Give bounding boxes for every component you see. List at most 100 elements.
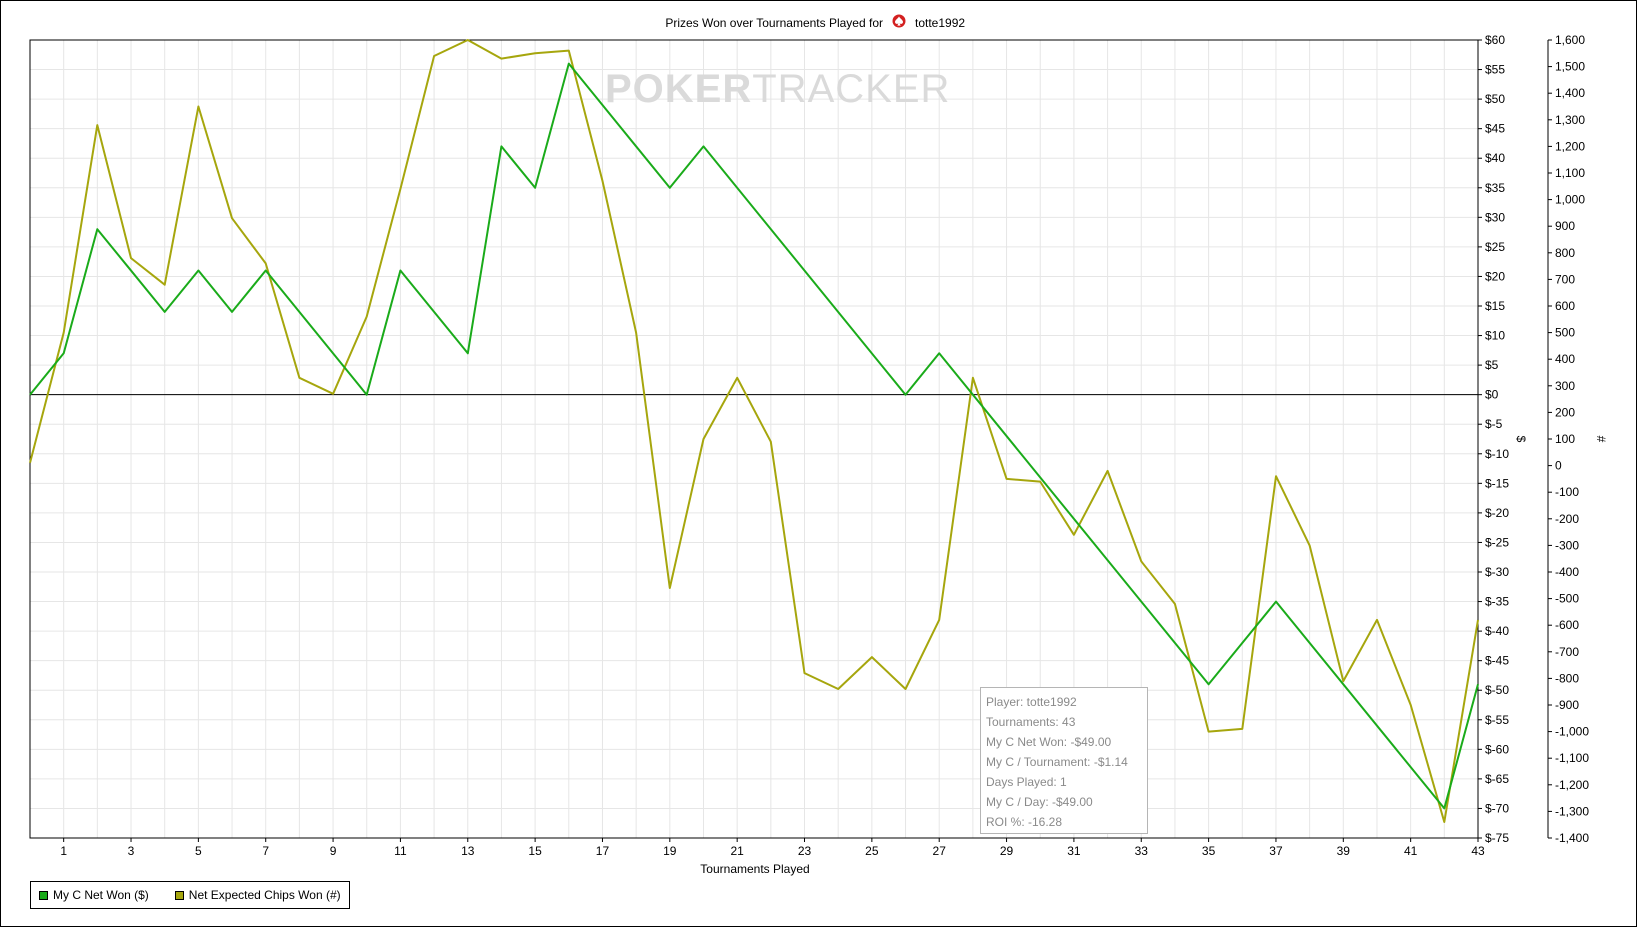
x-tick-label: 31: [1067, 844, 1081, 858]
y1-tick-label: $45: [1485, 122, 1505, 136]
y1-tick-label: $0: [1485, 388, 1499, 402]
x-tick-label: 21: [730, 844, 744, 858]
y2-tick-label: -400: [1555, 565, 1579, 579]
x-tick-label: 27: [933, 844, 947, 858]
tooltip-days-played: Days Played: 1: [986, 775, 1067, 789]
legend-item-net-won[interactable]: My C Net Won ($): [39, 888, 149, 902]
x-tick-label: 9: [330, 844, 337, 858]
y2-tick-label: -600: [1555, 618, 1579, 632]
y1-tick-label: $-60: [1485, 742, 1509, 756]
chart-canvas: POKERTRACKER 1 3 5 7 9 11 13 15 17 19 21 23 25 27 29 31…: [29, 14, 1608, 876]
tooltip-per-tournament: My C / Tournament: -$1.14: [986, 755, 1128, 769]
y2-tick-label: -1,100: [1555, 751, 1589, 765]
legend-swatch-expected-chips: [174, 890, 184, 900]
watermark-light: TRACKER: [752, 67, 950, 111]
y2-tick-label: -1,300: [1555, 804, 1589, 818]
y1-tick-label: $-75: [1485, 831, 1509, 845]
x-tick-label: 39: [1337, 844, 1351, 858]
y2-tick-label: -1,200: [1555, 778, 1589, 792]
y2-tick-label: 400: [1555, 352, 1575, 366]
y2-tick-label: 800: [1555, 246, 1575, 260]
y2-tick-label: -700: [1555, 645, 1579, 659]
x-tick-label: 35: [1202, 844, 1216, 858]
y1-tick-label: $-50: [1485, 683, 1509, 697]
axes-layer: [29, 39, 1552, 842]
y2-tick-label: 0: [1555, 459, 1562, 473]
legend-label-net-won: My C Net Won ($): [53, 888, 149, 902]
chart-title-player: totte1992: [915, 16, 965, 30]
y1-tick-label: $-35: [1485, 595, 1509, 609]
tooltip-player: Player: totte1992: [986, 695, 1077, 709]
y1-tick-label: $20: [1485, 269, 1505, 283]
y2-tick-label: -500: [1555, 592, 1579, 606]
y1-tick-label: $10: [1485, 329, 1505, 343]
y-axis-label-left: $: [1514, 436, 1528, 443]
watermark: POKERTRACKER: [605, 67, 950, 111]
series-expected-chips-line: [29, 39, 1479, 823]
y2-tick-label: 1,500: [1555, 60, 1585, 74]
y1-tick-label: $50: [1485, 92, 1505, 106]
y1-tick-label: $40: [1485, 151, 1505, 165]
x-tick-label: 11: [394, 844, 407, 858]
y1-tick-label: $55: [1485, 63, 1505, 77]
y2-tick-label: 1,600: [1555, 33, 1585, 47]
y2-tick-label: 700: [1555, 272, 1575, 286]
summary-tooltip: Player: totte1992 Tournaments: 43 My C N…: [980, 687, 1148, 834]
series-net-won-line: [29, 62, 1479, 810]
tooltip-roi: ROI %: -16.28: [986, 815, 1063, 829]
y-axis-label-right: #: [1594, 436, 1608, 443]
y2-tick-label: 100: [1555, 432, 1575, 446]
x-tick-label: 25: [865, 844, 879, 858]
x-tick-label: 15: [528, 844, 542, 858]
y2-tick-label: 1,400: [1555, 86, 1585, 100]
y1-tick-label: $-15: [1485, 476, 1509, 490]
y2-tick-label: 1,100: [1555, 166, 1585, 180]
y2-tick-label: 1,000: [1555, 193, 1585, 207]
y1-tick-label: $15: [1485, 299, 1505, 313]
legend-item-expected-chips[interactable]: Net Expected Chips Won (#): [174, 888, 341, 902]
grid-layer: [30, 39, 1478, 839]
x-axis-label: Tournaments Played: [700, 862, 809, 876]
tooltip-per-day: My C / Day: -$49.00: [986, 795, 1093, 809]
y2-tick-label: 600: [1555, 299, 1575, 313]
chart-legend: My C Net Won ($) Net Expected Chips Won …: [30, 881, 350, 909]
x-tick-label: 41: [1404, 844, 1418, 858]
x-tick-label: 29: [1000, 844, 1014, 858]
y1-tick-label: $-30: [1485, 565, 1509, 579]
x-tick-label: 7: [262, 844, 269, 858]
y1-tick-label: $-20: [1485, 506, 1509, 520]
y2-tick-label: 1,300: [1555, 113, 1585, 127]
y1-tick-label: $-70: [1485, 801, 1509, 815]
y1-tick-label: $-40: [1485, 624, 1509, 638]
y1-tick-label: $-25: [1485, 535, 1509, 549]
y1-tick-label: $30: [1485, 210, 1505, 224]
y1-tick-label: $5: [1485, 358, 1499, 372]
y2-tick-label: -900: [1555, 698, 1579, 712]
tooltip-tournaments: Tournaments: 43: [986, 715, 1076, 729]
x-tick-label: 23: [798, 844, 812, 858]
y1-tick-label: $-55: [1485, 713, 1509, 727]
y2-tick-label: 300: [1555, 379, 1575, 393]
plot-area-border: [29, 39, 1479, 839]
y2-tick-label: 900: [1555, 219, 1575, 233]
x-tick-label: 5: [195, 844, 202, 858]
x-tick-label: 19: [663, 844, 677, 858]
y2-tick-label: -1,400: [1555, 831, 1589, 845]
y2-tick-label: -100: [1555, 485, 1579, 499]
legend-swatch-net-won: [39, 890, 48, 900]
x-tick-label: 43: [1471, 844, 1485, 858]
y2-tick-label: -300: [1555, 538, 1579, 552]
series-layer: [29, 39, 1479, 823]
x-tick-label: 3: [128, 844, 135, 858]
y1-tick-label: $35: [1485, 181, 1505, 195]
x-tick-label: 1: [60, 844, 67, 858]
y2-tick-label: 1,200: [1555, 139, 1585, 153]
x-tick-label: 33: [1135, 844, 1149, 858]
watermark-bold: POKER: [605, 67, 752, 111]
y1-tick-label: $25: [1485, 240, 1505, 254]
x-tick-label: 13: [461, 844, 475, 858]
tooltip-net-won: My C Net Won: -$49.00: [986, 735, 1112, 749]
x-tick-label: 37: [1269, 844, 1283, 858]
spade-icon: [892, 14, 906, 28]
y2-tick-label: 200: [1555, 405, 1575, 419]
